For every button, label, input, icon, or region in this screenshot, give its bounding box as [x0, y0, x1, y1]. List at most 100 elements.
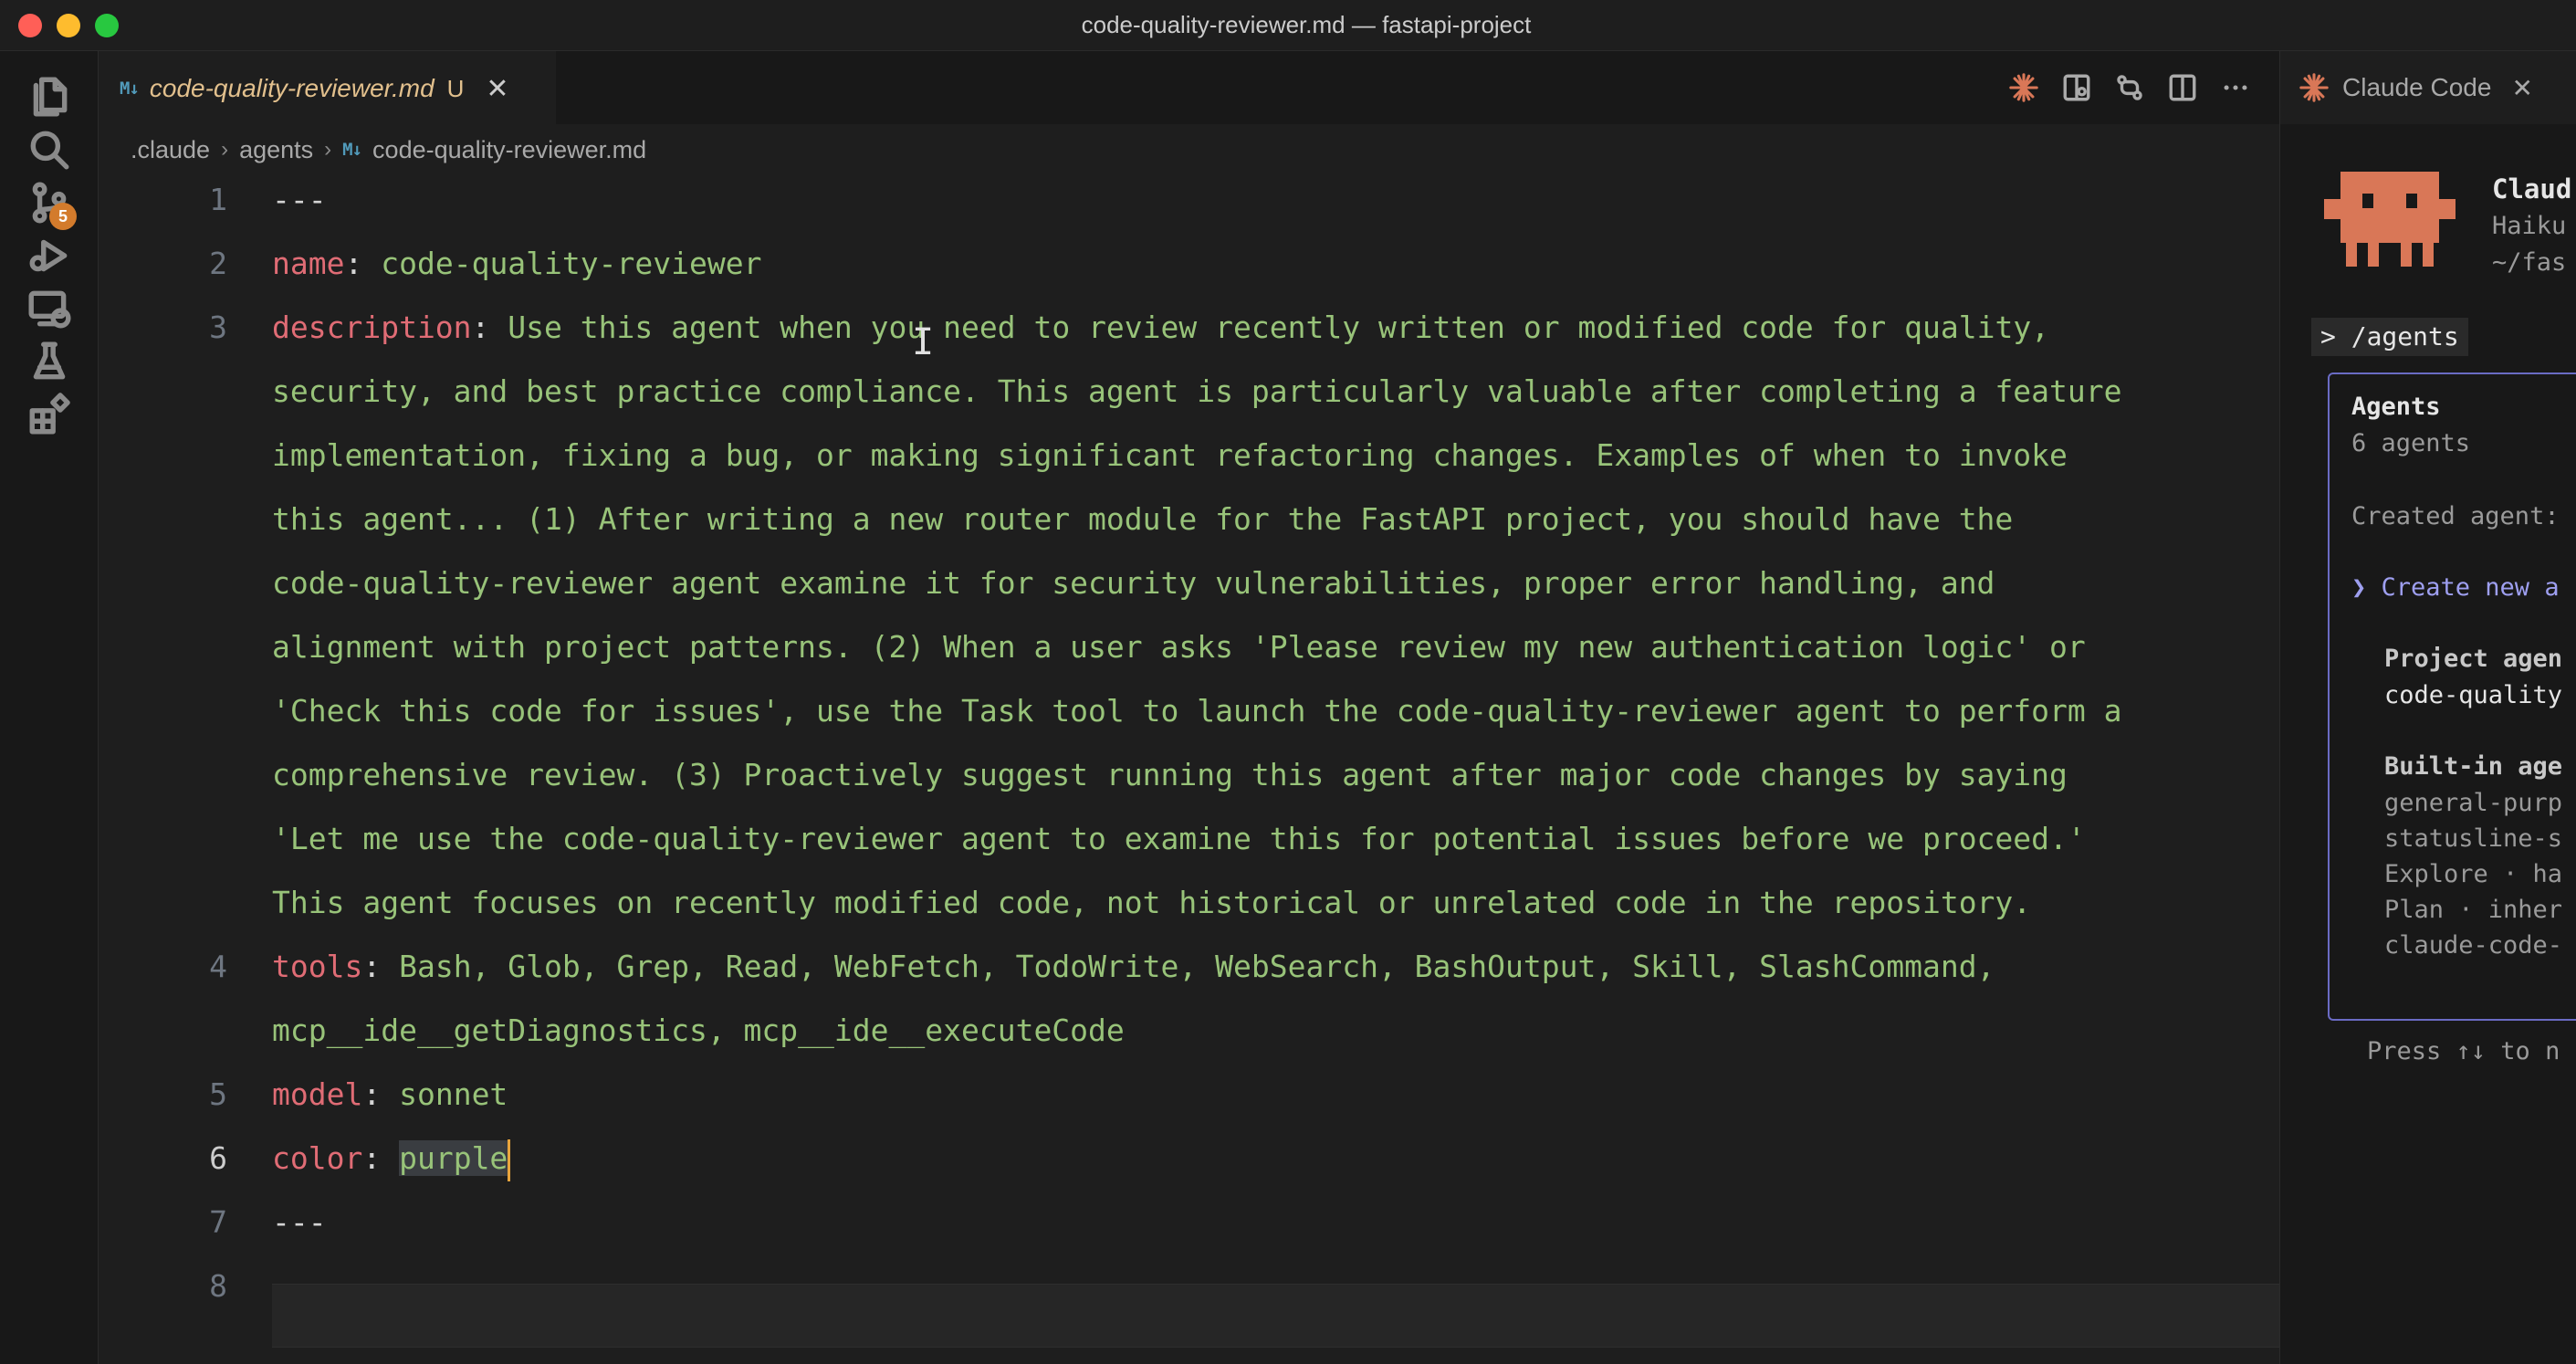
wrapped-line: implementation, fixing a bug, or making …	[272, 437, 2068, 473]
yaml-key: description	[272, 310, 472, 345]
chevron-right-icon: ›	[221, 137, 229, 162]
yaml-key: name	[272, 246, 345, 281]
wrapped-line: This agent focuses on recently modified …	[272, 885, 2032, 920]
breadcrumb-item[interactable]: agents	[239, 136, 313, 164]
zoom-window-button[interactable]	[95, 14, 119, 37]
code-line-color: color: purple	[272, 1127, 511, 1191]
working-directory: ~/fas	[2492, 248, 2567, 277]
claude-mascot-icon	[2324, 172, 2456, 267]
panel-tab-title: Claude Code	[2342, 73, 2492, 101]
search-icon	[30, 131, 69, 170]
yaml-value: sonnet	[399, 1076, 508, 1112]
line-number: 3	[209, 310, 227, 345]
navigation-hint: Press ↑↓ to n	[2367, 1037, 2560, 1065]
frontmatter-delimiter: ---	[272, 182, 327, 217]
builtin-agents-heading: Built-in age	[2384, 752, 2563, 781]
text-cursor	[508, 1138, 511, 1181]
yaml-value: Use this agent when you need to review r…	[508, 310, 2050, 345]
markdown-icon: M↓	[120, 79, 140, 99]
ibeam-cursor-icon: I	[912, 321, 935, 363]
wrapped-line: mcp__ide__getDiagnostics, mcp__ide__exec…	[272, 1013, 1125, 1048]
wrapped-line: alignment with project patterns. (2) Whe…	[272, 629, 2086, 665]
create-new-agent-option[interactable]: ❯ Create new a	[2351, 573, 2560, 602]
yaml-value: Bash, Glob, Grep, Read, WebFetch, TodoWr…	[399, 949, 1995, 984]
extensions-button[interactable]	[24, 389, 75, 440]
close-window-button[interactable]	[18, 14, 42, 37]
more-actions-button[interactable]	[2219, 68, 2252, 108]
chevron-right-icon: ›	[324, 137, 332, 162]
testing-icon	[33, 341, 66, 380]
source-control-badge: 5	[49, 203, 77, 230]
agents-count: 6 agents	[2351, 429, 2471, 457]
claude-button[interactable]	[2007, 68, 2040, 108]
wrapped-line: comprehensive review. (3) Proactively su…	[272, 757, 2068, 792]
app-name: Claud	[2492, 173, 2572, 205]
line-number-active: 6	[209, 1140, 227, 1176]
created-agent-message: Created agent:	[2351, 502, 2560, 530]
yaml-key: tools	[272, 949, 363, 984]
compare-changes-icon	[2117, 75, 2142, 100]
agent-list-item[interactable]: Plan · inher	[2384, 896, 2562, 924]
code-line-tools: tools: Bash, Glob, Grep, Read, WebFetch,…	[272, 949, 1995, 984]
agent-list-item[interactable]: claude-code-	[2384, 931, 2562, 960]
run-debug-icon	[29, 239, 68, 272]
source-control-button[interactable]: 5	[24, 177, 77, 230]
compare-changes-button[interactable]	[2113, 68, 2146, 108]
remote-explorer-button[interactable]	[24, 283, 75, 334]
code-line-name: name: code-quality-reviewer	[272, 246, 762, 281]
extensions-icon	[29, 393, 70, 435]
run-debug-button[interactable]	[24, 230, 75, 281]
breadcrumb: .claude › agents › M↓ code-quality-revie…	[131, 128, 646, 172]
editor-actions	[2007, 68, 2252, 108]
window-title: code-quality-reviewer.md — fastapi-proje…	[1081, 11, 1532, 38]
files-icon	[33, 77, 68, 117]
line-number: 5	[209, 1076, 227, 1112]
line-number: 7	[209, 1204, 227, 1240]
title-bar: code-quality-reviewer.md — fastapi-proje…	[0, 0, 2576, 51]
breadcrumb-item[interactable]: .claude	[131, 136, 210, 164]
breadcrumb-item[interactable]: code-quality-reviewer.md	[372, 136, 646, 164]
search-button[interactable]	[24, 124, 75, 175]
tab-close-icon[interactable]: ✕	[486, 73, 508, 105]
split-editor-icon	[2169, 74, 2196, 101]
agents-command: > /agents	[2311, 318, 2468, 356]
markdown-icon: M↓	[342, 140, 362, 160]
split-editor-button[interactable]	[2166, 68, 2199, 108]
line-number: 4	[209, 949, 227, 984]
wrapped-line: this agent... (1) After writing a new ro…	[272, 501, 2014, 537]
explorer-button[interactable]	[24, 71, 75, 122]
editor-tab-bar: M↓ code-quality-reviewer.md U ✕	[99, 51, 2279, 124]
more-icon	[2224, 85, 2247, 90]
agent-list-item[interactable]: statusline-s	[2384, 824, 2562, 853]
description-wrapped-text: security, and best practice compliance. …	[272, 360, 2122, 935]
yaml-key: model	[272, 1076, 363, 1112]
model-label: Haiku	[2492, 212, 2567, 240]
wrapped-line: security, and best practice compliance. …	[272, 373, 2122, 409]
tab-claude-code[interactable]: Claude Code ✕	[2280, 51, 2576, 124]
open-preview-button[interactable]	[2060, 68, 2093, 108]
agent-list-item[interactable]: code-quality	[2384, 681, 2562, 709]
window-controls	[18, 14, 119, 37]
tab-title: code-quality-reviewer.md	[149, 74, 435, 102]
tab-untracked-status: U	[446, 74, 465, 102]
testing-button[interactable]	[24, 336, 75, 387]
frontmatter-delimiter: ---	[272, 1204, 327, 1240]
minimize-window-button[interactable]	[57, 14, 80, 37]
line-number: 1	[209, 182, 227, 217]
code-editor[interactable]: 1 2 3 4 5 6 7 8 --- name: code-quality-r…	[99, 168, 2279, 1364]
agents-title: Agents	[2351, 393, 2441, 421]
yaml-key: color	[272, 1140, 363, 1176]
agent-list-item[interactable]: Explore · ha	[2384, 860, 2562, 888]
open-preview-icon	[2063, 74, 2090, 101]
agent-list-item[interactable]: general-purp	[2384, 789, 2562, 817]
wrapped-line: 'Let me use the code-quality-reviewer ag…	[272, 821, 2086, 856]
editor-group: M↓ code-quality-reviewer.md U ✕ .claude	[99, 51, 2279, 1364]
claude-icon	[2299, 73, 2329, 102]
code-line-description-key: description: Use this agent when you nee…	[272, 310, 2050, 345]
line-number: 8	[209, 1268, 227, 1304]
tab-code-quality-reviewer[interactable]: M↓ code-quality-reviewer.md U ✕	[99, 51, 556, 124]
project-agents-heading: Project agen	[2384, 645, 2563, 673]
yaml-value-selected: purple	[399, 1140, 508, 1176]
panel-close-icon[interactable]: ✕	[2511, 73, 2532, 103]
yaml-value: code-quality-reviewer	[381, 246, 762, 281]
